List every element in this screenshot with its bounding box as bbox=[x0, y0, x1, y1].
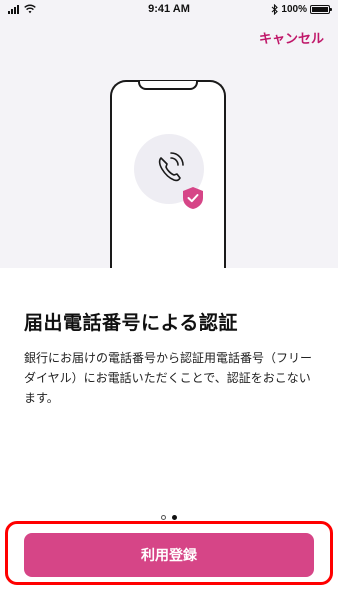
page-dot-1 bbox=[161, 515, 166, 520]
page-description: 銀行にお届けの電話番号から認証用電話番号（フリーダイヤル）にお電話いただくことで… bbox=[24, 351, 313, 405]
register-button[interactable]: 利用登録 bbox=[24, 533, 314, 577]
status-bar: 9:41 AM 100% bbox=[0, 0, 338, 20]
status-right: 100% bbox=[271, 4, 332, 15]
hero-illustration: キャンセル bbox=[0, 20, 338, 268]
battery-icon bbox=[310, 5, 332, 14]
page-dot-2 bbox=[172, 515, 177, 520]
battery-level bbox=[312, 7, 328, 12]
phone-notch bbox=[138, 81, 198, 90]
bluetooth-icon bbox=[272, 4, 279, 15]
battery-percent: 100% bbox=[281, 4, 307, 15]
cancel-button[interactable]: キャンセル bbox=[259, 28, 324, 47]
page-indicator bbox=[0, 515, 338, 520]
shield-check-icon bbox=[183, 187, 203, 209]
page-title: 届出電話番号による認証 bbox=[24, 312, 238, 334]
screen: 9:41 AM 100% キャンセル 届出電話番号による認証 銀行にお届けの電話… bbox=[0, 0, 338, 591]
phone-illustration bbox=[110, 80, 226, 268]
